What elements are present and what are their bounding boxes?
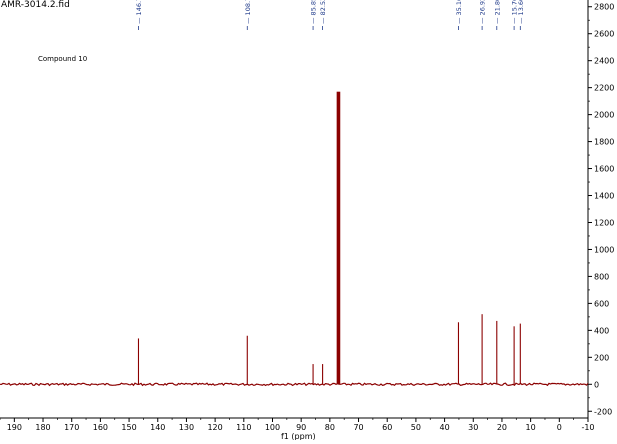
y-tick-label: 2800 xyxy=(594,3,614,12)
y-tick-label: 400 xyxy=(594,326,609,335)
y-tick-label: 200 xyxy=(594,353,609,362)
x-tick-label: 70 xyxy=(353,423,363,432)
x-tick-label: 30 xyxy=(468,423,478,432)
y-tick-label: 2400 xyxy=(594,57,614,66)
y-tick-label: 1600 xyxy=(594,165,614,174)
peak-label: — 35.16 xyxy=(455,0,463,24)
y-tick-label: 800 xyxy=(594,272,609,281)
peak-label: — 85.85 xyxy=(310,0,318,24)
peak-label: — 146.72 xyxy=(135,0,143,24)
x-tick-label: -10 xyxy=(581,423,594,432)
y-tick-label: 2200 xyxy=(594,84,614,93)
spectrum-svg: 190 180 170 160 150 140 130 120 110 100 90 80 70 60 50… xyxy=(0,0,614,441)
y-tick-label: 600 xyxy=(594,299,609,308)
nmr-spectrum-chart: AMR-3014.2.fid Compound 10 190 180 170 160 1… xyxy=(0,0,617,441)
x-tick-label: 140 xyxy=(150,423,165,432)
peak-label: — 82.53 xyxy=(319,0,327,24)
x-tick-label: 160 xyxy=(93,423,108,432)
x-tick-label: 170 xyxy=(64,423,79,432)
y-tick-label: 2000 xyxy=(594,111,614,120)
compound-label: Compound 10 xyxy=(38,55,88,63)
y-tick-label: 1200 xyxy=(594,218,614,227)
x-tick-label: 190 xyxy=(7,423,22,432)
peak-label: — 26.92 xyxy=(479,0,487,24)
x-tick-label: 150 xyxy=(121,423,136,432)
x-tick-label: 120 xyxy=(207,423,222,432)
y-tick-label: 1400 xyxy=(594,192,614,201)
x-tick-label: 130 xyxy=(179,423,194,432)
x-tick-label: 60 xyxy=(382,423,392,432)
x-tick-label: 110 xyxy=(236,423,251,432)
x-tick-label: 50 xyxy=(411,423,421,432)
x-tick-label: 40 xyxy=(439,423,449,432)
x-axis-label: f1 (ppm) xyxy=(281,432,316,440)
x-tick-label: 20 xyxy=(497,423,507,432)
x-tick-label: 0 xyxy=(557,423,562,432)
x-tick-label: 10 xyxy=(526,423,536,432)
peak-label: — 108.79 xyxy=(244,0,252,24)
spectrum-peak xyxy=(336,91,341,385)
peak-label: — 21.80 xyxy=(493,0,501,24)
y-tick-label: 1800 xyxy=(594,138,614,147)
y-tick-label: 2600 xyxy=(594,30,614,39)
x-tick-label: 100 xyxy=(265,423,280,432)
file-title: AMR-3014.2.fid xyxy=(1,0,70,10)
x-tick-label: 80 xyxy=(325,423,335,432)
y-tick-label: -200 xyxy=(594,407,612,416)
y-tick-label: 0 xyxy=(594,380,599,389)
peak-label: — 13.60 xyxy=(517,0,525,24)
x-tick-label: 90 xyxy=(296,423,306,432)
y-tick-label: 1000 xyxy=(594,245,614,254)
spectrum-baseline xyxy=(0,382,589,387)
x-tick-label: 180 xyxy=(35,423,50,432)
